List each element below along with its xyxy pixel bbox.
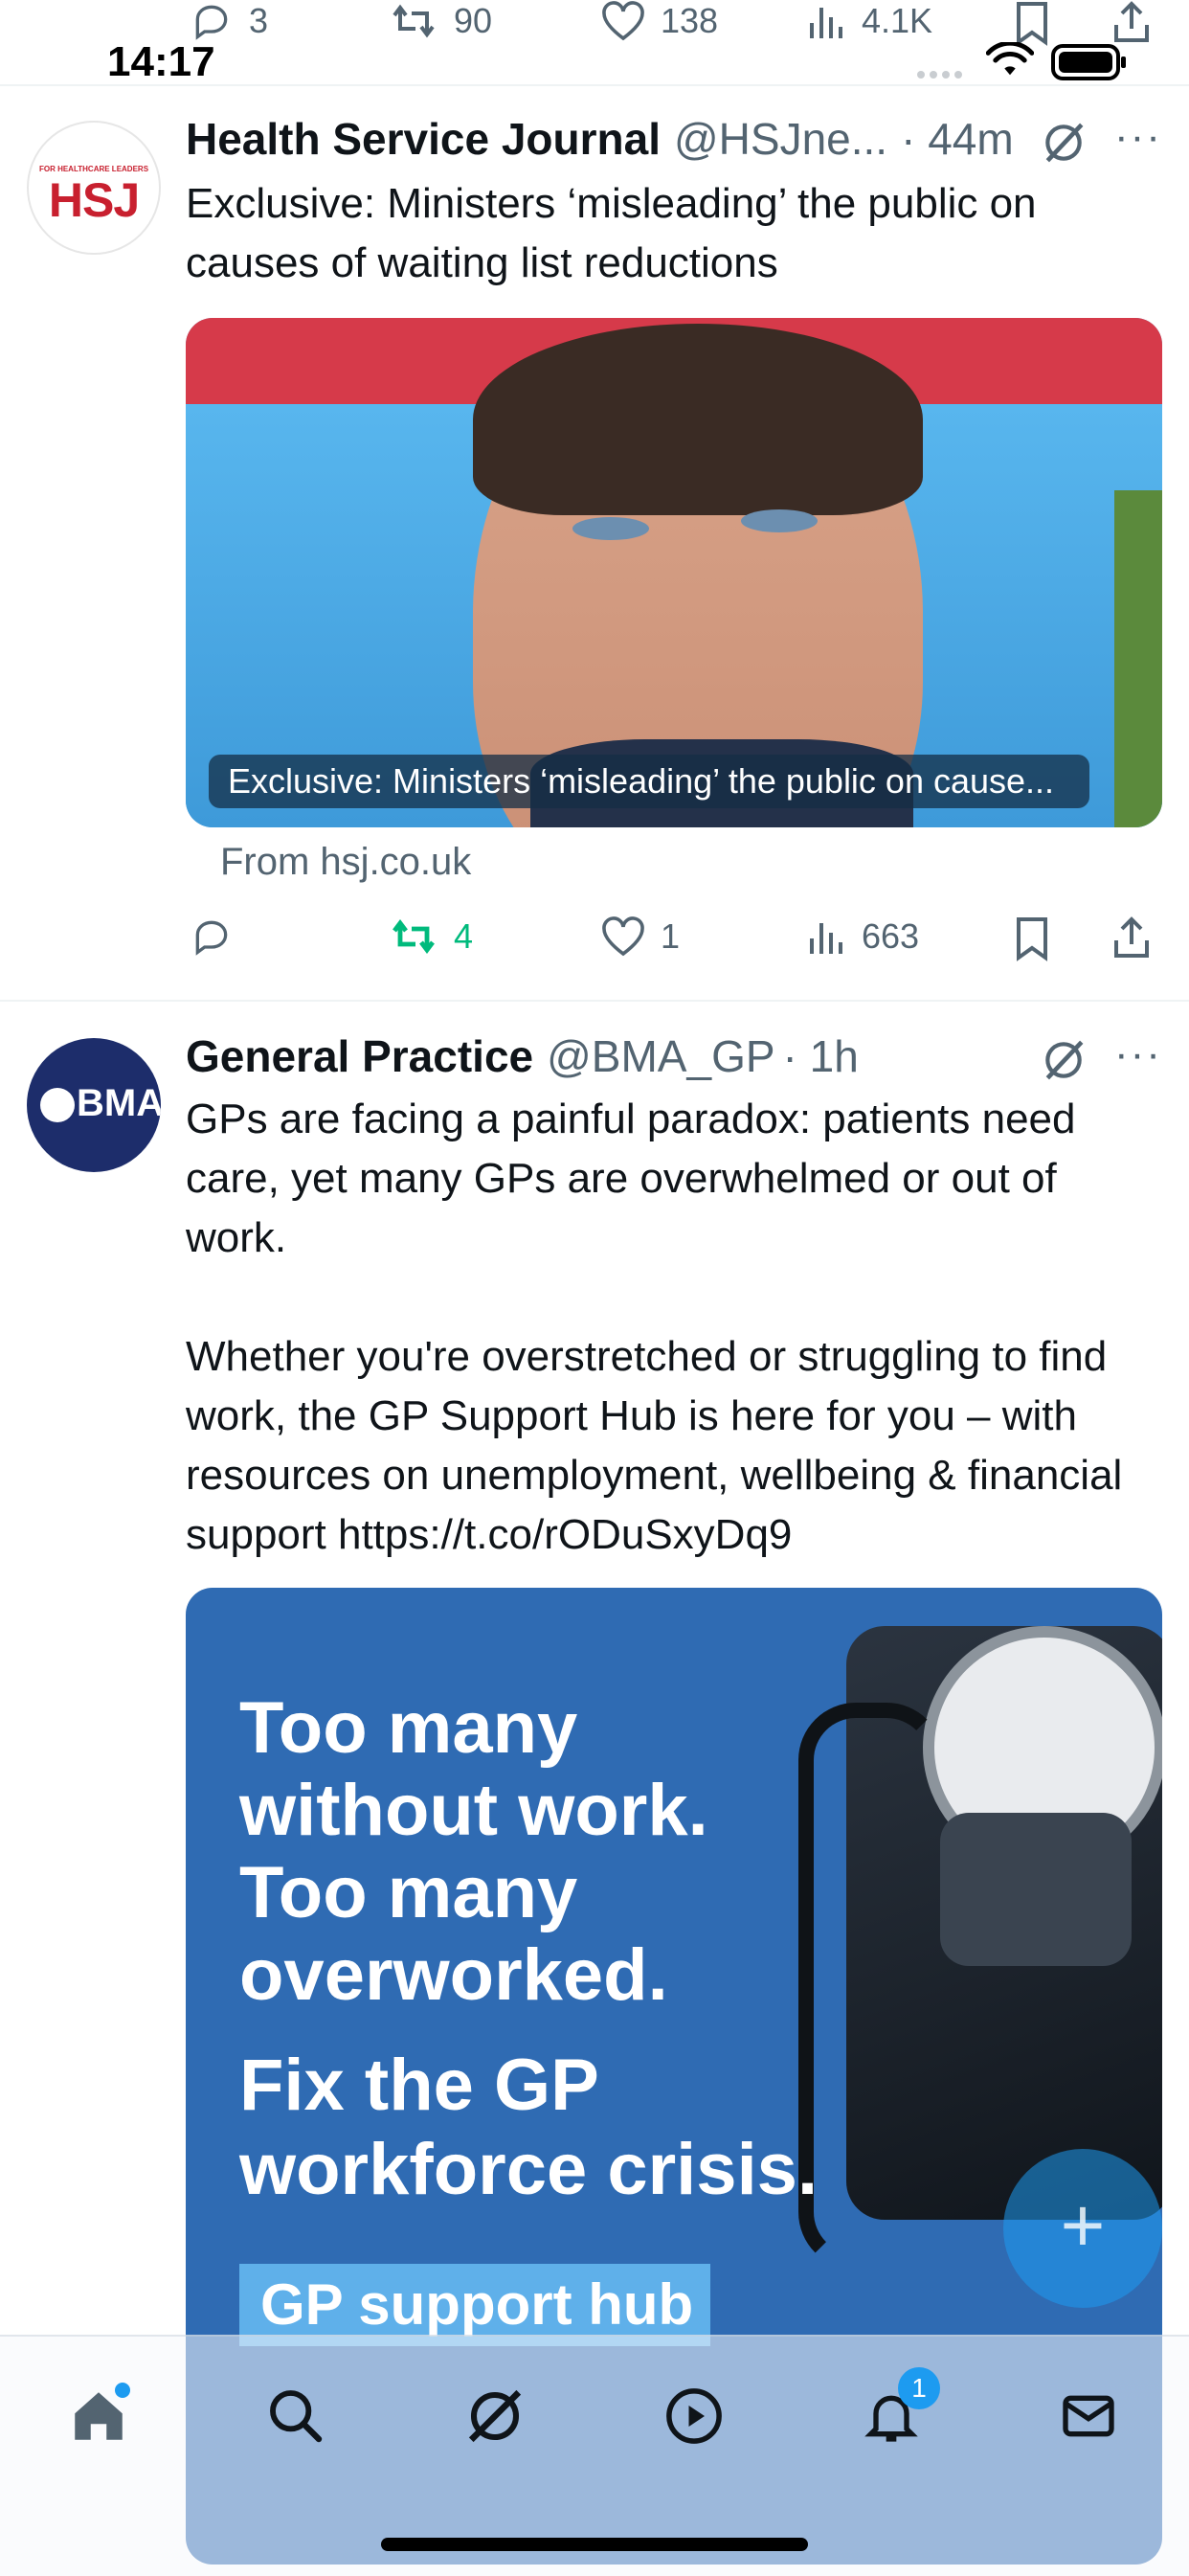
reply-count: 3 (249, 1, 269, 40)
author-name[interactable]: Health Service Journal (186, 113, 661, 165)
avatar-logo-text: HSJ (48, 173, 140, 227)
views-button[interactable]: 4.1K (806, 0, 932, 42)
author-name[interactable]: General Practice (186, 1030, 533, 1082)
share-icon[interactable] (1110, 0, 1153, 44)
like-count: 138 (661, 1, 719, 40)
nav-grok[interactable] (452, 2373, 538, 2459)
link-card-image[interactable]: Exclusive: Ministers ‘misleading’ the pu… (186, 318, 1162, 827)
like-button[interactable]: 138 (599, 0, 718, 42)
repost-icon (393, 4, 435, 38)
link-card-source[interactable]: From hsj.co.uk (220, 841, 471, 884)
reply-icon (195, 920, 228, 956)
more-options-button[interactable]: ··· (1114, 1030, 1162, 1078)
views-button[interactable]: 663 (806, 915, 919, 958)
previous-tweet-actions: 3 90 138 4.1K 14:17 (0, 0, 1189, 86)
promo-subheadline: Fix the GP workforce crisis. (239, 2045, 819, 2210)
nav-video[interactable] (651, 2373, 737, 2459)
signal-dots (917, 71, 962, 79)
repost-button[interactable]: 90 (387, 0, 492, 42)
grok-icon (468, 2389, 522, 2443)
bma-avatar[interactable]: BMA (27, 1038, 161, 1172)
battery-icon (1051, 44, 1126, 80)
link-card-caption: Exclusive: Ministers ‘misleading’ the pu… (209, 755, 1089, 808)
home-indicator (381, 2538, 808, 2551)
views-count: 663 (862, 916, 920, 956)
like-button[interactable]: 1 (599, 915, 680, 958)
views-count: 4.1K (862, 1, 933, 40)
tweet-time: · 1h (782, 1031, 859, 1081)
bookmark-icon[interactable] (1013, 0, 1051, 46)
nav-search[interactable] (253, 2373, 339, 2459)
compose-button[interactable]: + (1003, 2149, 1162, 2308)
grok-icon[interactable] (1040, 119, 1088, 167)
nav-messages[interactable] (1045, 2373, 1132, 2459)
tweet-text: GPs are facing a painful paradox: patien… (186, 1096, 1123, 1558)
bookmark-icon[interactable] (1013, 915, 1051, 961)
author-handle[interactable]: @HSJne... (674, 113, 887, 165)
bottom-nav: 1 (0, 2335, 1189, 2576)
more-options-button[interactable]: ··· (1114, 113, 1162, 161)
heart-icon (602, 916, 644, 957)
views-icon (810, 8, 842, 38)
nav-home[interactable] (56, 2373, 142, 2459)
reply-button[interactable]: 3 (188, 0, 268, 42)
share-icon[interactable] (1110, 915, 1153, 960)
repost-button[interactable]: 4 (387, 915, 473, 958)
heart-icon (602, 1, 644, 41)
repost-icon (393, 919, 435, 954)
hsj-avatar[interactable]: FOR HEALTHCARE LEADERS HSJ (27, 121, 161, 255)
search-icon (270, 2390, 323, 2443)
author-handle[interactable]: @BMA_GP (547, 1030, 774, 1082)
like-count: 1 (661, 916, 681, 956)
nav-notifications[interactable]: 1 (848, 2367, 940, 2459)
avatar-logo-text: BMA (77, 1082, 161, 1124)
views-icon (810, 923, 842, 954)
tweet-text: Exclusive: Ministers ‘misleading’ the pu… (186, 180, 1048, 286)
video-icon (666, 2388, 722, 2444)
notification-badge: 1 (898, 2367, 940, 2409)
grok-icon[interactable] (1040, 1036, 1088, 1084)
tweet-time: · 44m (901, 114, 1014, 164)
home-unread-dot (115, 2383, 130, 2398)
reply-button[interactable] (188, 915, 249, 958)
repost-count: 4 (454, 916, 474, 956)
tweet-divider (0, 1000, 1189, 1002)
reply-icon (195, 5, 228, 40)
repost-count: 90 (454, 1, 493, 40)
promo-headline: Too many without work. Too many overwork… (239, 1687, 708, 2016)
status-time: 14:17 (107, 38, 215, 85)
messages-icon (1063, 2395, 1114, 2437)
tweet-header: Health Service Journal @HSJne... · 44m (186, 113, 1014, 165)
tweet-header: General Practice @BMA_GP · 1h (186, 1030, 859, 1082)
wifi-icon (986, 42, 1034, 76)
